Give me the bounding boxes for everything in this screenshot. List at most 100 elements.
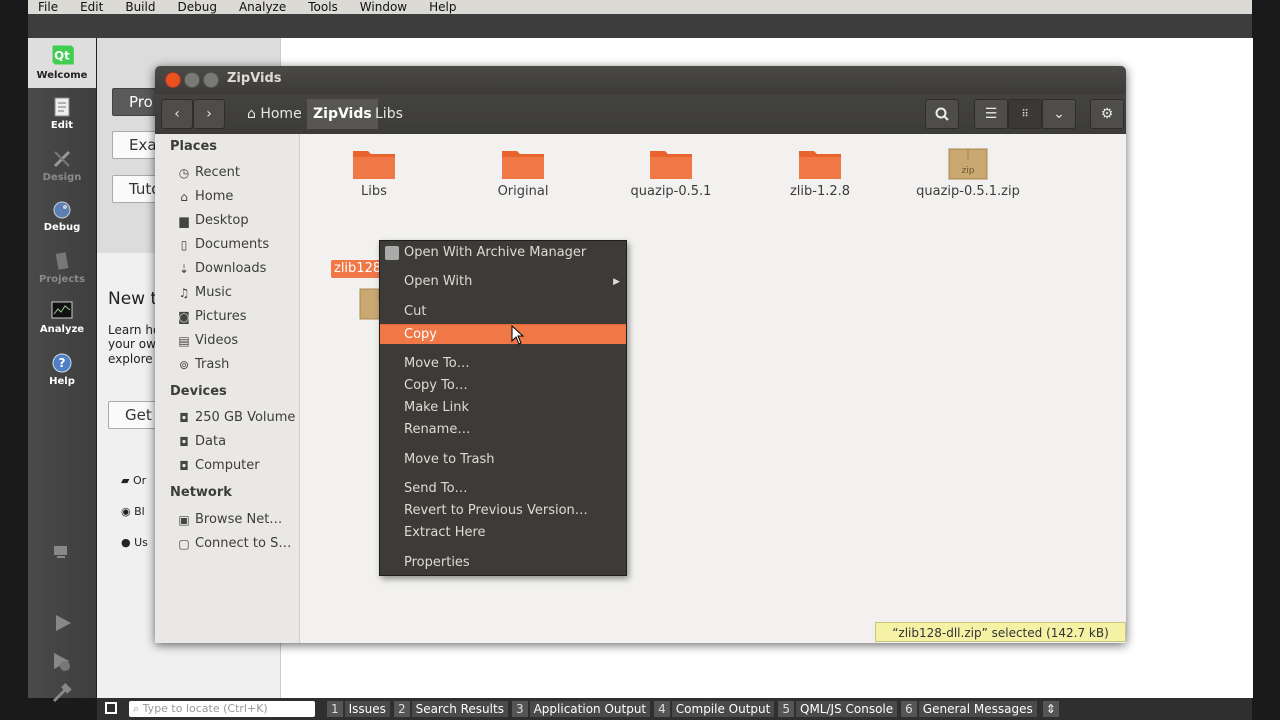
chat-icon: ▰ <box>121 474 130 487</box>
sidebar-item-music[interactable]: ♫ Music <box>177 285 232 300</box>
file-manager-window: ZipVids ‹ › ⌂ Home ZipVids Libs ☰ ⠿ ⌄ ⚙ … <box>155 66 1126 643</box>
file-item-quazip-folder[interactable]: quazip-0.5.1 <box>611 146 731 199</box>
breadcrumb-libs[interactable]: Libs <box>369 99 409 129</box>
sidebar-item-downloads[interactable]: ⇣ Downloads <box>177 261 266 276</box>
file-item-original[interactable]: Original <box>463 146 583 199</box>
sidebar-item-browse-network[interactable]: ▣ Browse Net… <box>177 512 282 527</box>
menu-item-make-link[interactable]: Make Link <box>380 398 626 418</box>
pane-qml-console[interactable]: 5 QML/JS Console <box>778 701 898 717</box>
file-item-zlib-folder[interactable]: zlib-1.2.8 <box>760 146 880 199</box>
menu-file[interactable]: File <box>28 0 69 14</box>
sidebar-item-pictures[interactable]: ◙ Pictures <box>177 309 246 324</box>
menu-item-cut[interactable]: Cut <box>380 302 626 322</box>
folder-icon <box>799 151 841 179</box>
mode-help[interactable]: ? Help <box>28 352 96 387</box>
clock-icon: ◷ <box>178 165 190 180</box>
breadcrumb-zipvids[interactable]: ZipVids <box>307 99 378 129</box>
mode-analyze[interactable]: Analyze <box>28 300 96 335</box>
breadcrumb-home[interactable]: ⌂ Home <box>241 99 308 129</box>
menu-item-revert-version[interactable]: Revert to Previous Version… <box>380 501 626 521</box>
menu-item-extract-here[interactable]: Extract Here <box>380 523 626 543</box>
menu-item-properties[interactable]: Properties <box>380 553 626 573</box>
network-icon: ▣ <box>178 512 190 527</box>
welcome-link-blogs[interactable]: ◉ Bl <box>121 505 155 518</box>
device-kit-icon[interactable] <box>52 544 70 560</box>
settings-button[interactable]: ⚙ <box>1090 99 1124 129</box>
list-view-button[interactable]: ☰ <box>974 99 1008 129</box>
mode-selector: Qt Welcome Edit Design Debug Projects An… <box>28 38 97 703</box>
menu-edit[interactable]: Edit <box>69 0 114 14</box>
mouse-cursor-icon <box>511 325 525 345</box>
help-icon: ? <box>52 353 72 373</box>
debug-run-icon[interactable] <box>50 650 74 674</box>
menu-item-move-to-trash[interactable]: Move to Trash <box>380 450 626 470</box>
home-icon: ⌂ <box>247 106 256 122</box>
sidebar-item-documents[interactable]: ▯ Documents <box>177 237 269 252</box>
camera-icon: ◙ <box>178 309 190 324</box>
welcome-learn-line-3: explore <box>108 352 153 366</box>
pane-search-results[interactable]: 2 Search Results <box>393 701 508 717</box>
menu-help[interactable]: Help <box>418 0 467 14</box>
sidebar-item-connect-to-server[interactable]: ▢ Connect to S… <box>177 536 291 551</box>
help-icon: ● <box>121 536 131 549</box>
selected-file-label[interactable]: zlib128 <box>331 260 386 278</box>
menu-item-open-with[interactable]: Open With ▶ <box>380 272 626 292</box>
pane-more-arrows-icon[interactable]: ⇕ <box>1042 701 1059 717</box>
folder-icon <box>650 151 692 179</box>
film-icon: ▤ <box>178 333 190 348</box>
sidebar-item-home[interactable]: ⌂ Home <box>177 189 233 204</box>
toggle-sidebar-icon[interactable] <box>105 702 117 714</box>
welcome-link-online[interactable]: ▰ Or <box>121 474 155 487</box>
mode-welcome[interactable]: Qt Welcome <box>28 38 96 88</box>
welcome-link-user-guide[interactable]: ● Us <box>121 536 155 549</box>
sidebar-item-recent[interactable]: ◷ Recent <box>177 165 240 180</box>
build-hammer-icon[interactable] <box>50 682 74 704</box>
locator-input[interactable]: ⌕ Type to locate (Ctrl+K) <box>129 701 315 717</box>
pane-application-output[interactable]: 3 Application Output <box>511 701 651 717</box>
menu-build[interactable]: Build <box>114 0 166 14</box>
menu-item-copy-to[interactable]: Copy To… <box>380 376 626 396</box>
window-title: ZipVids <box>227 71 282 86</box>
sidebar-item-trash[interactable]: ⊚ Trash <box>177 357 229 372</box>
file-item-libs[interactable]: Libs <box>314 146 434 199</box>
menu-window[interactable]: Window <box>349 0 418 14</box>
menu-item-send-to[interactable]: Send To… <box>380 479 626 499</box>
maximize-icon[interactable] <box>203 72 219 88</box>
music-icon: ♫ <box>178 285 190 300</box>
close-icon[interactable] <box>165 72 181 88</box>
mode-design[interactable]: Design <box>28 148 96 183</box>
sidebar-item-computer[interactable]: ◘ Computer <box>177 458 259 473</box>
back-button[interactable]: ‹ <box>161 99 193 129</box>
pane-general-messages[interactable]: 6 General Messages <box>901 701 1037 717</box>
pencil-icon <box>53 150 71 168</box>
menu-item-move-to[interactable]: Move To… <box>380 354 626 374</box>
places-header: Places <box>170 139 218 154</box>
status-selection-info: “zlib128-dll.zip” selected (142.7 kB) <box>875 622 1126 642</box>
mode-debug[interactable]: Debug <box>28 198 96 233</box>
pane-compile-output[interactable]: 4 Compile Output <box>654 701 775 717</box>
run-icon[interactable] <box>52 612 74 634</box>
submenu-arrow-icon: ▶ <box>613 277 620 287</box>
view-options-button[interactable]: ⌄ <box>1042 99 1076 129</box>
file-item-quazip-zip[interactable]: zip quazip-0.5.1.zip <box>908 146 1028 199</box>
svg-text:Qt: Qt <box>54 49 70 63</box>
search-button[interactable] <box>925 99 959 129</box>
grid-icon: ⠿ <box>1021 108 1029 120</box>
menu-analyze[interactable]: Analyze <box>228 0 297 14</box>
minimize-icon[interactable] <box>184 72 200 88</box>
menu-debug[interactable]: Debug <box>166 0 227 14</box>
menu-item-rename[interactable]: Rename… <box>380 420 626 440</box>
sidebar-item-data[interactable]: ◘ Data <box>177 434 226 449</box>
sidebar-item-videos[interactable]: ▤ Videos <box>177 333 238 348</box>
mode-edit[interactable]: Edit <box>28 96 96 131</box>
rss-icon: ◉ <box>121 505 131 518</box>
mode-projects[interactable]: Projects <box>28 250 96 285</box>
sidebar-item-desktop[interactable]: ▆ Desktop <box>177 213 248 228</box>
grid-view-button[interactable]: ⠿ <box>1008 99 1042 129</box>
menu-item-open-with-archive-manager[interactable]: Open With Archive Manager <box>380 243 626 263</box>
forward-button[interactable]: › <box>193 99 225 129</box>
menu-item-copy[interactable]: Copy <box>380 324 626 344</box>
pane-issues[interactable]: 1 Issues <box>327 701 390 717</box>
menu-tools[interactable]: Tools <box>297 0 349 14</box>
sidebar-item-250gb-volume[interactable]: ◘ 250 GB Volume <box>177 410 295 425</box>
